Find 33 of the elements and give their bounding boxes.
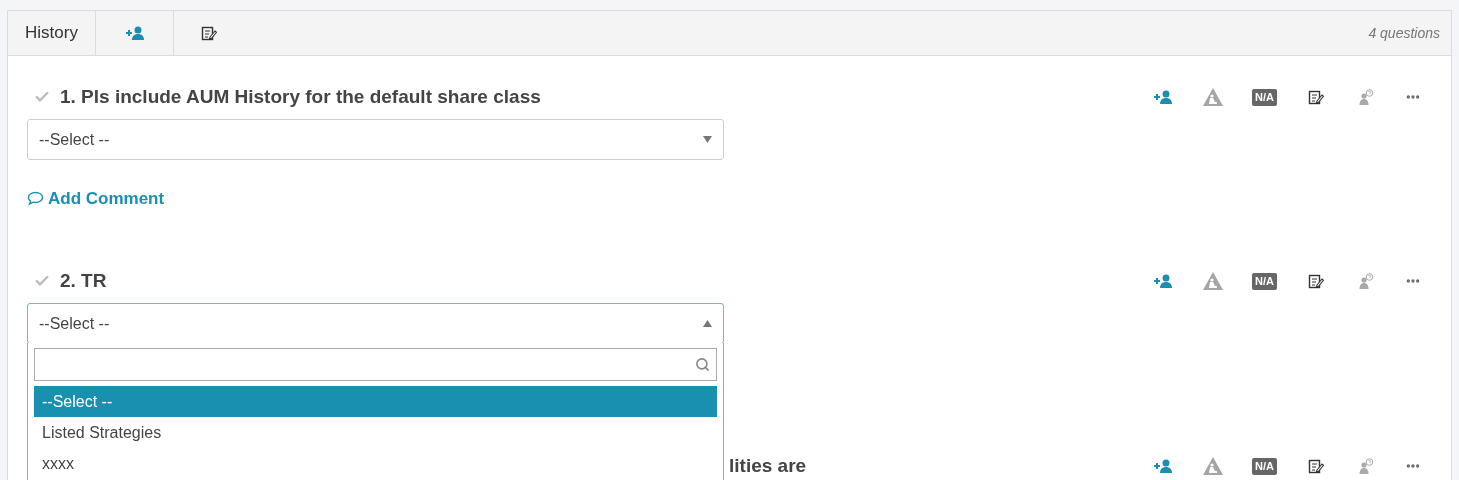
dropdown-option[interactable]: xxxx — [34, 448, 717, 479]
roadwork-icon[interactable] — [1202, 456, 1225, 476]
edit-note-icon[interactable] — [1308, 273, 1324, 289]
not-applicable-button[interactable]: N/A — [1252, 457, 1277, 475]
person-question-icon[interactable] — [1358, 273, 1374, 289]
dropdown-option[interactable]: Listed Strategies — [34, 417, 717, 448]
select-field[interactable]: --Select -- — [27, 119, 724, 160]
not-applicable-button[interactable]: N/A — [1252, 272, 1277, 290]
person-question-icon[interactable] — [1358, 458, 1374, 474]
dropdown-option[interactable]: --Select -- — [34, 386, 717, 417]
caret-icon — [703, 136, 712, 143]
add-person-icon[interactable] — [1153, 274, 1174, 288]
add-person-icon[interactable] — [124, 26, 145, 40]
question-title: 2. TR — [60, 268, 107, 293]
not-applicable-button[interactable]: N/A — [1252, 88, 1277, 106]
select-field[interactable]: --Select -- — [27, 303, 724, 344]
search-field[interactable] — [34, 348, 717, 381]
question-title: 1. Pls include AUM History for the default share class — [60, 84, 541, 109]
history-tab[interactable]: History — [25, 20, 78, 46]
edit-note-icon[interactable] — [1308, 458, 1324, 474]
question-count: 4 questions — [1368, 23, 1440, 43]
add-person-icon[interactable] — [1153, 90, 1174, 104]
speech-bubble-icon — [27, 191, 44, 207]
person-question-icon[interactable] — [1358, 89, 1374, 105]
roadwork-icon[interactable] — [1202, 271, 1225, 291]
edit-note-icon[interactable] — [1308, 89, 1324, 105]
add-comment-link[interactable]: Add Comment — [27, 186, 165, 212]
question-title: lities are — [729, 453, 807, 478]
caret-icon — [703, 320, 712, 327]
edit-note-icon[interactable] — [201, 25, 217, 41]
search-icon — [695, 357, 710, 372]
add-person-icon[interactable] — [1153, 459, 1174, 473]
roadwork-icon[interactable] — [1202, 87, 1225, 107]
